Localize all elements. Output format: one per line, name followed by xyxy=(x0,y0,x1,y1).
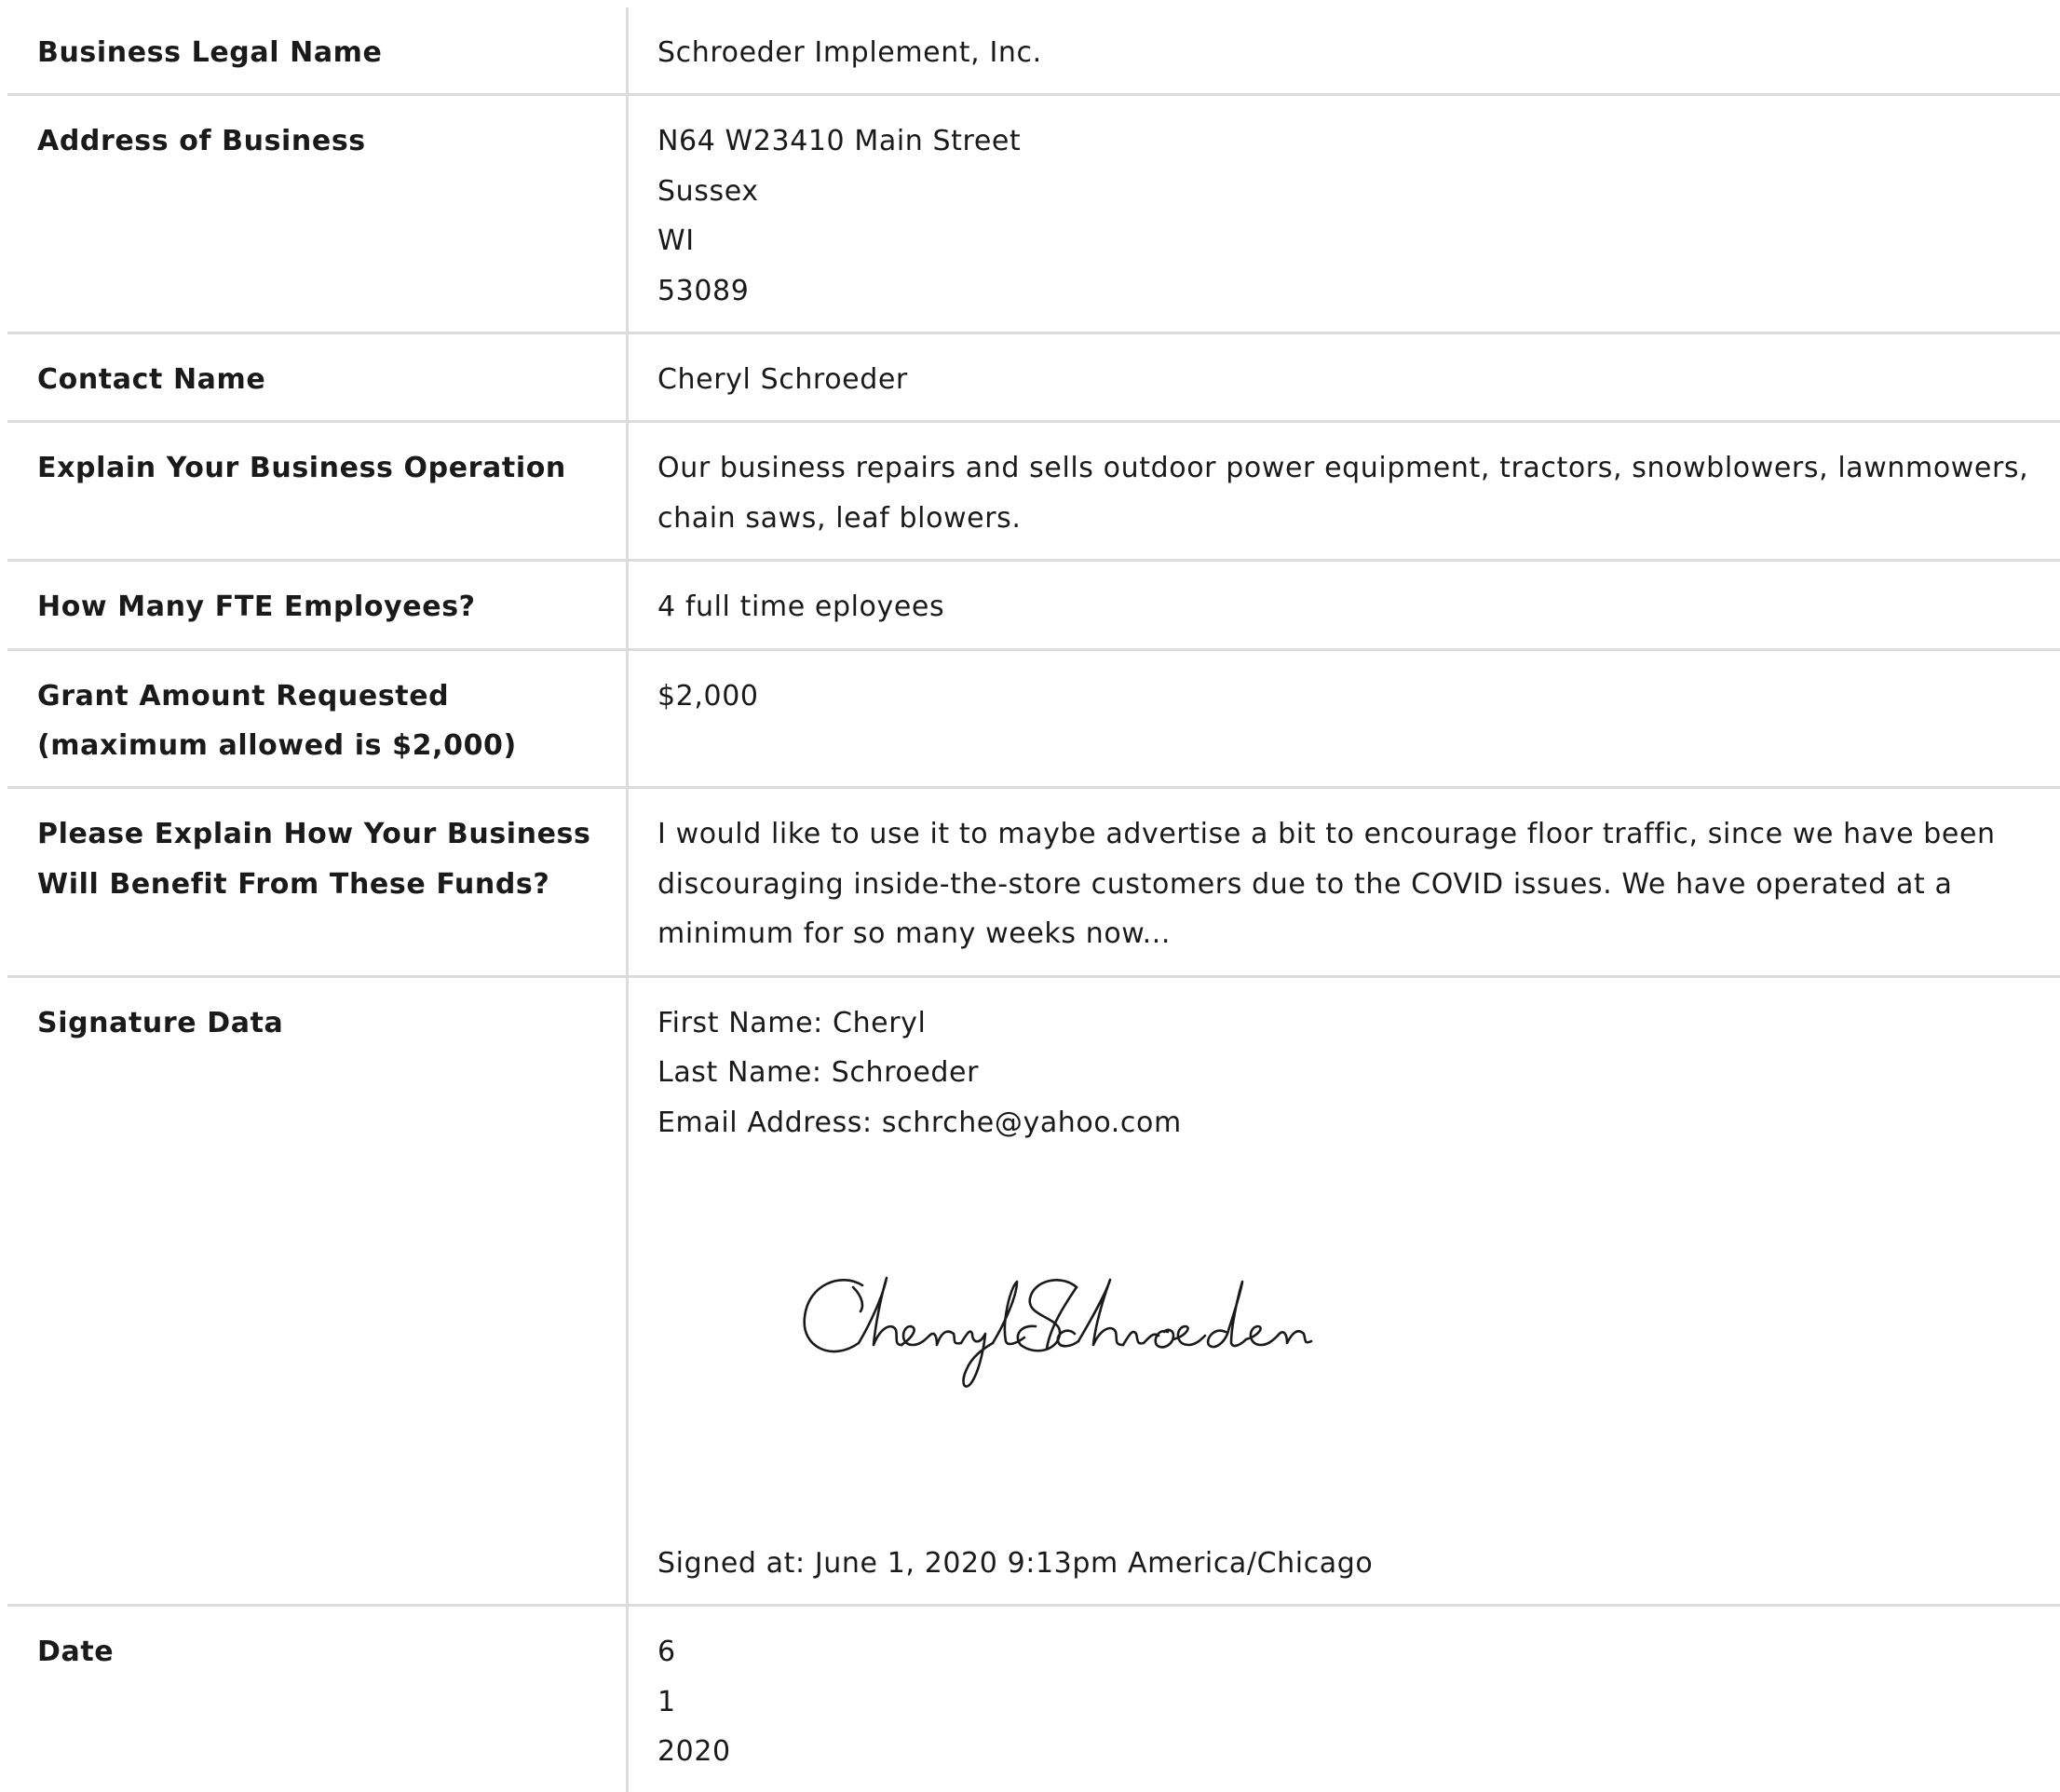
date-month: 6 xyxy=(657,1627,2030,1677)
row-business-legal-name: Business Legal Name Schroeder Implement,… xyxy=(7,7,2060,95)
date-year: 2020 xyxy=(657,1727,2030,1776)
value-line: Schroeder Implement, Inc. xyxy=(657,28,2030,77)
field-label: Address of Business xyxy=(7,95,628,333)
row-business-operation: Explain Your Business Operation Our busi… xyxy=(7,422,2060,561)
signature-signed-at: Signed at: June 1, 2020 9:13pm America/C… xyxy=(657,1539,2030,1588)
field-value: Cheryl Schroeder xyxy=(628,333,2060,422)
value-line: discouraging inside-the-store customers … xyxy=(657,860,2030,909)
row-date: Date 6 1 2020 xyxy=(7,1606,2060,1792)
value-line: Cheryl Schroeder xyxy=(657,355,2030,404)
field-value: Schroeder Implement, Inc. xyxy=(628,7,2060,95)
address-zip: 53089 xyxy=(657,266,2030,316)
signature-last-name: Last Name: Schroeder xyxy=(657,1048,2030,1097)
field-value: First Name: Cheryl Last Name: Schroeder … xyxy=(628,976,2060,1606)
field-value: N64 W23410 Main Street Sussex WI 53089 xyxy=(628,95,2060,333)
value-line: I would like to use it to maybe advertis… xyxy=(657,809,2030,859)
field-value: $2,000 xyxy=(628,649,2060,788)
field-label: Business Legal Name xyxy=(7,7,628,95)
signature-first-name: First Name: Cheryl xyxy=(657,998,2030,1048)
field-value: 6 1 2020 xyxy=(628,1606,2060,1792)
value-line: $2,000 xyxy=(657,672,2030,721)
value-line: chain saws, leaf blowers. xyxy=(657,494,2030,543)
row-signature-data: Signature Data First Name: Cheryl Last N… xyxy=(7,976,2060,1606)
field-value: I would like to use it to maybe advertis… xyxy=(628,788,2060,976)
field-value: Our business repairs and sells outdoor p… xyxy=(628,422,2060,561)
row-fte-employees: How Many FTE Employees? 4 full time eplo… xyxy=(7,561,2060,649)
row-address-of-business: Address of Business N64 W23410 Main Stre… xyxy=(7,95,2060,333)
field-label: Grant Amount Requested (maximum allowed … xyxy=(7,649,628,788)
field-label: Signature Data xyxy=(7,976,628,1606)
label-line: Will Benefit From These Funds? xyxy=(37,860,596,909)
signature-image xyxy=(657,1166,2030,1539)
field-label: Contact Name xyxy=(7,333,628,422)
signature-email: Email Address: schrche@yahoo.com xyxy=(657,1098,2030,1147)
value-line: minimum for so many weeks now... xyxy=(657,909,2030,958)
row-grant-amount: Grant Amount Requested (maximum allowed … xyxy=(7,649,2060,788)
label-line: How Many FTE Employees? xyxy=(37,582,596,631)
label-line: Grant Amount Requested xyxy=(37,672,596,721)
label-line: Please Explain How Your Business xyxy=(37,809,596,859)
date-day: 1 xyxy=(657,1677,2030,1727)
address-city: Sussex xyxy=(657,167,2030,216)
label-line: Address of Business xyxy=(37,116,596,166)
label-line: Explain Your Business Operation xyxy=(37,443,596,493)
handwritten-signature xyxy=(797,1259,1542,1399)
value-line: Our business repairs and sells outdoor p… xyxy=(657,443,2030,493)
field-label: How Many FTE Employees? xyxy=(7,561,628,649)
field-label: Explain Your Business Operation xyxy=(7,422,628,561)
value-line: 4 full time eployees xyxy=(657,582,2030,631)
address-state: WI xyxy=(657,216,2030,265)
row-benefit-explanation: Please Explain How Your Business Will Be… xyxy=(7,788,2060,976)
row-contact-name: Contact Name Cheryl Schroeder xyxy=(7,333,2060,422)
label-line: Date xyxy=(37,1627,596,1677)
field-value: 4 full time eployees xyxy=(628,561,2060,649)
field-label: Date xyxy=(7,1606,628,1792)
address-street: N64 W23410 Main Street xyxy=(657,116,2030,166)
label-line: Contact Name xyxy=(37,355,596,404)
submission-table: Business Legal Name Schroeder Implement,… xyxy=(7,7,2060,1792)
label-line: Signature Data xyxy=(37,998,596,1048)
label-line: Business Legal Name xyxy=(37,28,596,77)
field-label: Please Explain How Your Business Will Be… xyxy=(7,788,628,976)
label-line: (maximum allowed is $2,000) xyxy=(37,721,596,770)
